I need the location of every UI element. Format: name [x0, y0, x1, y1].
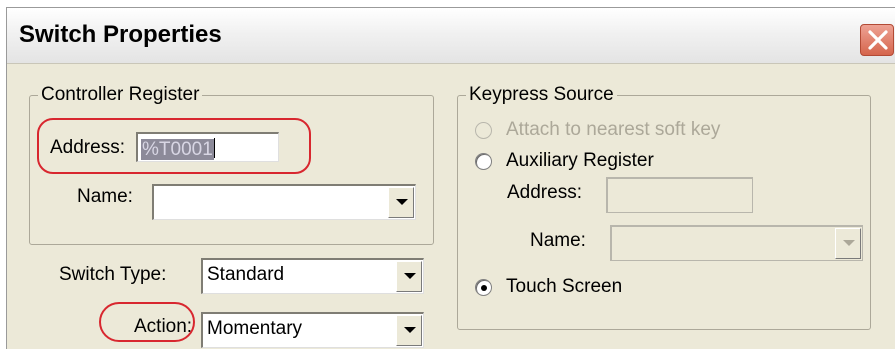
radio-auxiliary-register-label: Auxiliary Register [506, 150, 654, 171]
action-dropdown-arrow[interactable] [396, 315, 422, 346]
radio-attach-soft-key[interactable] [475, 122, 492, 139]
radio-touch-screen[interactable] [475, 279, 492, 296]
radio-touch-screen-label: Touch Screen [506, 276, 623, 297]
name-dropdown-arrow[interactable] [388, 187, 414, 218]
aux-address-label: Address: [507, 182, 582, 203]
keypress-source-legend: Keypress Source [466, 84, 617, 106]
aux-address-field[interactable] [606, 177, 753, 213]
controller-register-legend: Controller Register [38, 84, 203, 106]
radio-attach-soft-key-label: Attach to nearest soft key [506, 119, 721, 140]
switch-type-label: Switch Type: [59, 264, 167, 285]
switch-type-dropdown[interactable]: Standard [201, 258, 424, 294]
close-icon [868, 30, 888, 50]
aux-name-dropdown-arrow[interactable] [835, 228, 861, 259]
action-value: Momentary [207, 318, 303, 339]
address-highlight-outline [37, 118, 311, 174]
switch-type-value: Standard [207, 264, 285, 285]
action-dropdown[interactable]: Momentary [201, 312, 424, 348]
aux-name-label: Name: [530, 230, 586, 251]
radio-auxiliary-register[interactable] [475, 153, 492, 170]
dialog-title: Switch Properties [19, 21, 222, 48]
switch-type-dropdown-arrow[interactable] [396, 261, 422, 292]
radio-selected-dot [481, 285, 487, 291]
name-label: Name: [77, 186, 133, 207]
title-bar[interactable]: Switch Properties [7, 8, 895, 64]
close-button[interactable] [860, 24, 894, 56]
switch-properties-dialog: Switch Properties Controller Register Ad… [6, 7, 895, 349]
aux-name-dropdown[interactable] [610, 225, 863, 261]
name-dropdown[interactable] [152, 184, 416, 220]
action-highlight-outline [99, 302, 195, 342]
